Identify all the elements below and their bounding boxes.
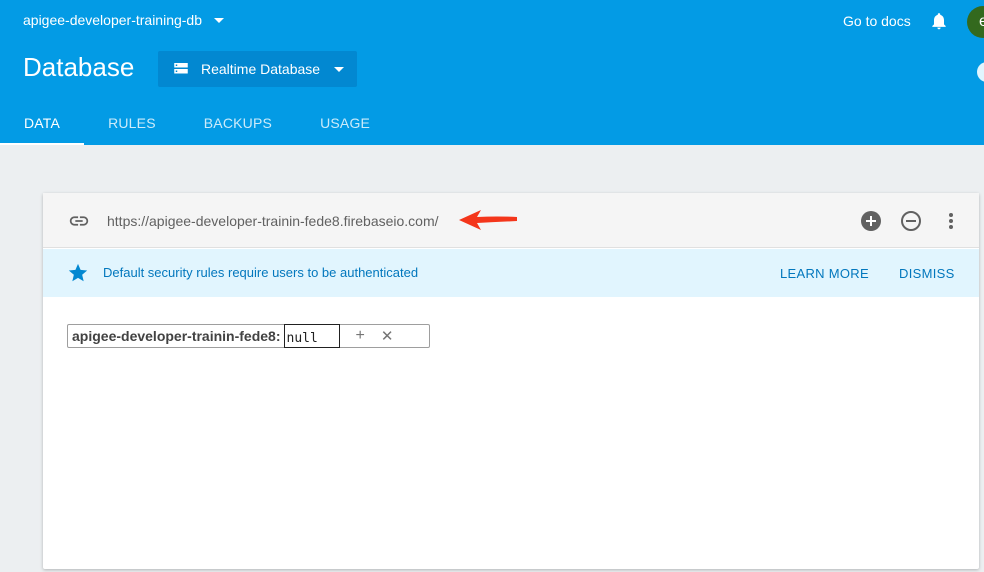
card-toolbar: https://apigee-developer-trainin-fede8.f… <box>43 193 979 248</box>
tab-backups[interactable]: BACKUPS <box>180 100 296 145</box>
database-icon <box>174 63 188 74</box>
help-icon[interactable] <box>977 62 984 82</box>
tab-rules[interactable]: RULES <box>84 100 180 145</box>
banner-message: Default security rules require users to … <box>103 265 419 280</box>
database-url[interactable]: https://apigee-developer-trainin-fede8.f… <box>107 213 439 229</box>
go-to-docs-link[interactable]: Go to docs <box>843 13 911 29</box>
security-banner: Default security rules require users to … <box>43 249 979 297</box>
bell-icon[interactable] <box>929 11 949 31</box>
app-header: apigee-developer-training-db Go to docs … <box>0 0 984 145</box>
tab-usage[interactable]: USAGE <box>296 100 394 145</box>
remove-circle-icon[interactable] <box>899 209 923 233</box>
more-vert-icon[interactable] <box>939 209 963 233</box>
star-icon <box>68 263 88 282</box>
database-card: https://apigee-developer-trainin-fede8.f… <box>43 193 979 569</box>
tab-bar: DATA RULES BACKUPS USAGE <box>0 100 394 145</box>
add-circle-icon[interactable] <box>859 209 883 233</box>
project-name: apigee-developer-training-db <box>23 12 203 28</box>
database-selector-label: Realtime Database <box>201 61 321 77</box>
link-icon <box>69 216 89 226</box>
remove-node-button[interactable]: ✕ <box>381 327 394 345</box>
node-key: apigee-developer-trainin-fede8: <box>72 328 281 344</box>
node-value-input[interactable] <box>283 324 340 348</box>
root-node-editor: apigee-developer-trainin-fede8: + ✕ <box>67 324 430 348</box>
project-selector[interactable]: apigee-developer-training-db <box>23 12 225 28</box>
chevron-down-icon <box>214 18 225 23</box>
avatar[interactable]: e <box>967 6 984 38</box>
database-selector[interactable]: Realtime Database <box>158 51 357 87</box>
red-arrow-icon <box>459 210 517 230</box>
learn-more-button[interactable]: LEARN MORE <box>780 266 869 281</box>
chevron-down-icon <box>334 66 345 72</box>
tab-data[interactable]: DATA <box>0 100 85 145</box>
dismiss-button[interactable]: DISMISS <box>899 266 955 281</box>
add-child-button[interactable]: + <box>356 327 365 345</box>
page-title: Database <box>23 52 135 82</box>
